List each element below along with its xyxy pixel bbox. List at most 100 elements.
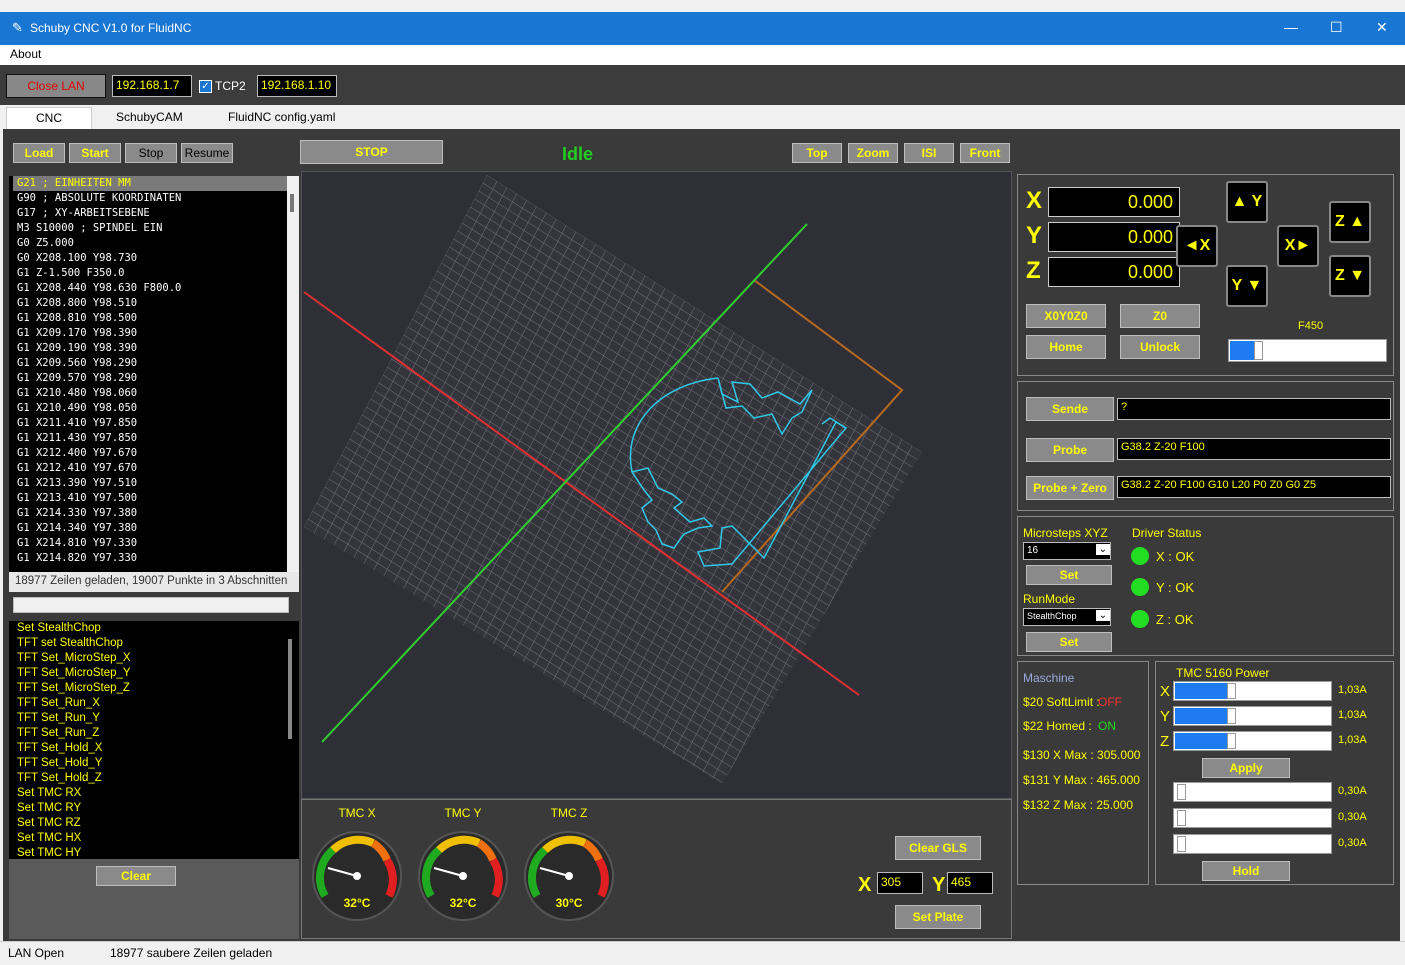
unlock-button[interactable]: Unlock [1120, 335, 1200, 359]
feed-slider[interactable] [1228, 339, 1387, 362]
clear-gls-button[interactable]: Clear GLS [895, 836, 981, 860]
set-runmode-button[interactable]: Set [1026, 632, 1112, 652]
run-current-slider[interactable] [1173, 681, 1332, 701]
run-current-knob[interactable] [1227, 733, 1236, 749]
gcode-line[interactable]: G90 ; ABSOLUTE KOORDINATEN [13, 191, 287, 206]
gcode-scroll-thumb[interactable] [290, 194, 294, 212]
gcode-line[interactable]: G1 X210.480 Y98.060 [13, 386, 287, 401]
run-current-slider[interactable] [1173, 706, 1332, 726]
load-button[interactable]: Load [13, 143, 65, 163]
view-isi-button[interactable]: ISI [904, 143, 954, 163]
gcode-list[interactable]: G21 ; EINHEITEN MM G90 ; ABSOLUTE KOORDIN… [9, 176, 287, 572]
run-current-knob[interactable] [1227, 683, 1236, 699]
probe-zero-command-field[interactable]: G38.2 Z-20 F100 G10 L20 P0 Z0 G0 Z5 [1117, 476, 1391, 498]
gcode-line[interactable]: G1 X209.560 Y98.290 [13, 356, 287, 371]
home-button[interactable]: Home [1026, 335, 1106, 359]
set-plate-button[interactable]: Set Plate [895, 905, 981, 929]
jog-z-minus-button[interactable]: Z ▼ [1329, 255, 1371, 297]
plate-y-field[interactable]: 465 [947, 872, 993, 894]
jog-y-plus-button[interactable]: ▲ Y [1226, 181, 1268, 223]
hold-current-knob[interactable] [1177, 810, 1186, 826]
log-line: TFT Set_Hold_X [17, 742, 103, 754]
send-button[interactable]: Sende [1026, 397, 1114, 421]
hold-current-knob[interactable] [1177, 836, 1186, 852]
menu-about[interactable]: About [10, 47, 41, 61]
probe-command-field[interactable]: G38.2 Z-20 F100 [1117, 438, 1391, 460]
machine-panel: Maschine $20 SoftLimit : OFF $22 Homed :… [1017, 661, 1149, 885]
gcode-line[interactable]: G17 ; XY-ARBEITSEBENE [13, 206, 287, 221]
gcode-line[interactable]: G1 X209.570 Y98.290 [13, 371, 287, 386]
ip-address-field[interactable]: 192.168.1.7 [112, 75, 192, 97]
jog-y-minus-button[interactable]: Y ▼ [1226, 265, 1268, 307]
log-scroll-thumb[interactable] [288, 639, 292, 739]
gcode-line[interactable]: G1 X214.330 Y97.380 [13, 506, 287, 521]
tcp2-checkbox[interactable]: ✓ [199, 80, 212, 93]
run-current-knob[interactable] [1227, 708, 1236, 724]
hold-current-button[interactable]: Hold [1202, 861, 1290, 881]
tab-schubycam[interactable]: SchubyCAM [110, 107, 189, 129]
view-top-button[interactable]: Top [792, 143, 842, 163]
feed-slider-knob[interactable] [1254, 341, 1263, 360]
gcode-line[interactable]: G1 X210.490 Y98.050 [13, 401, 287, 416]
tab-fluidnc-config[interactable]: FluidNC config.yaml [222, 107, 341, 129]
console-log[interactable]: Set StealthChop TFT set StealthChop TFT Se… [9, 621, 287, 859]
view-zoom-button[interactable]: Zoom [848, 143, 898, 163]
jog-x-plus-button[interactable]: X► [1277, 225, 1319, 267]
send-command-field[interactable]: ? [1117, 398, 1391, 420]
load-info: 18977 Zeilen geladen, 19007 Punkte in 3 … [9, 572, 299, 592]
gcode-line[interactable]: G1 Z-1.500 F350.0 [13, 266, 287, 281]
gcode-line[interactable]: G21 ; EINHEITEN MM [13, 176, 287, 191]
clear-log-button[interactable]: Clear [96, 866, 176, 886]
hold-current-slider[interactable] [1173, 782, 1332, 802]
gcode-line[interactable]: M3 S10000 ; SPINDEL EIN [13, 221, 287, 236]
window-title: Schuby CNC V1.0 for FluidNC [30, 21, 192, 35]
gauge-label: TMC Y [444, 806, 482, 820]
gcode-line[interactable]: G1 X208.810 Y98.500 [13, 311, 287, 326]
gcode-line[interactable]: G1 X214.820 Y97.330 [13, 551, 287, 566]
probe-zero-button[interactable]: Probe + Zero [1026, 476, 1114, 500]
gcode-line[interactable]: G1 X213.410 Y97.500 [13, 491, 287, 506]
gcode-scrollbar[interactable] [287, 176, 299, 572]
close-window-button[interactable]: ✕ [1376, 19, 1388, 36]
runmode-chevron-icon[interactable]: ⌄ [1096, 610, 1110, 621]
hold-current-knob[interactable] [1177, 784, 1186, 800]
apply-run-current-button[interactable]: Apply [1202, 758, 1290, 778]
minimize-button[interactable]: — [1284, 19, 1298, 35]
gcode-line[interactable]: G1 X208.800 Y98.510 [13, 296, 287, 311]
emergency-stop-button[interactable]: STOP [300, 140, 443, 164]
set-microsteps-button[interactable]: Set [1026, 565, 1112, 585]
gcode-line[interactable]: G1 X209.170 Y98.390 [13, 326, 287, 341]
jog-z-plus-button[interactable]: Z ▲ [1329, 201, 1371, 243]
log-scrollbar[interactable] [283, 621, 299, 859]
resume-button[interactable]: Resume [181, 143, 233, 163]
gcode-line[interactable]: G1 X214.340 Y97.380 [13, 521, 287, 536]
hold-current-slider[interactable] [1173, 834, 1332, 854]
gcode-line[interactable]: G1 X212.400 Y97.670 [13, 446, 287, 461]
gcode-line[interactable]: G1 X208.440 Y98.630 F800.0 [13, 281, 287, 296]
run-current-slider[interactable] [1173, 731, 1332, 751]
probe-button[interactable]: Probe [1026, 438, 1114, 462]
gcode-line[interactable]: G1 X214.810 Y97.330 [13, 536, 287, 551]
maximize-button[interactable]: ☐ [1330, 19, 1343, 36]
close-lan-button[interactable]: Close LAN [6, 74, 106, 98]
gcode-line[interactable]: G1 X212.410 Y97.670 [13, 461, 287, 476]
hold-current-slider[interactable] [1173, 808, 1332, 828]
gcode-line[interactable]: G1 X213.390 Y97.510 [13, 476, 287, 491]
zero-xyz-button[interactable]: X0Y0Z0 [1026, 304, 1106, 328]
gcode-line[interactable]: G0 Z5.000 [13, 236, 287, 251]
tab-cnc[interactable]: CNC [6, 107, 92, 129]
view-front-button[interactable]: Front [960, 143, 1010, 163]
microsteps-chevron-icon[interactable]: ⌄ [1096, 544, 1110, 555]
start-button[interactable]: Start [69, 143, 121, 163]
gcode-line[interactable]: G1 X211.430 Y97.850 [13, 431, 287, 446]
ip2-address-field[interactable]: 192.168.1.10 [257, 75, 337, 97]
toolpath-viewport[interactable] [301, 171, 1012, 799]
plate-x-field[interactable]: 305 [877, 872, 923, 894]
gcode-line[interactable]: G1 X211.410 Y97.850 [13, 416, 287, 431]
zero-z-button[interactable]: Z0 [1120, 304, 1200, 328]
gcode-line[interactable]: G0 X208.100 Y98.730 [13, 251, 287, 266]
stop-button[interactable]: Stop [125, 143, 177, 163]
jog-x-minus-button[interactable]: ◄X [1176, 225, 1218, 267]
log-line: TFT Set_Run_Y [17, 712, 100, 724]
gcode-line[interactable]: G1 X209.190 Y98.390 [13, 341, 287, 356]
